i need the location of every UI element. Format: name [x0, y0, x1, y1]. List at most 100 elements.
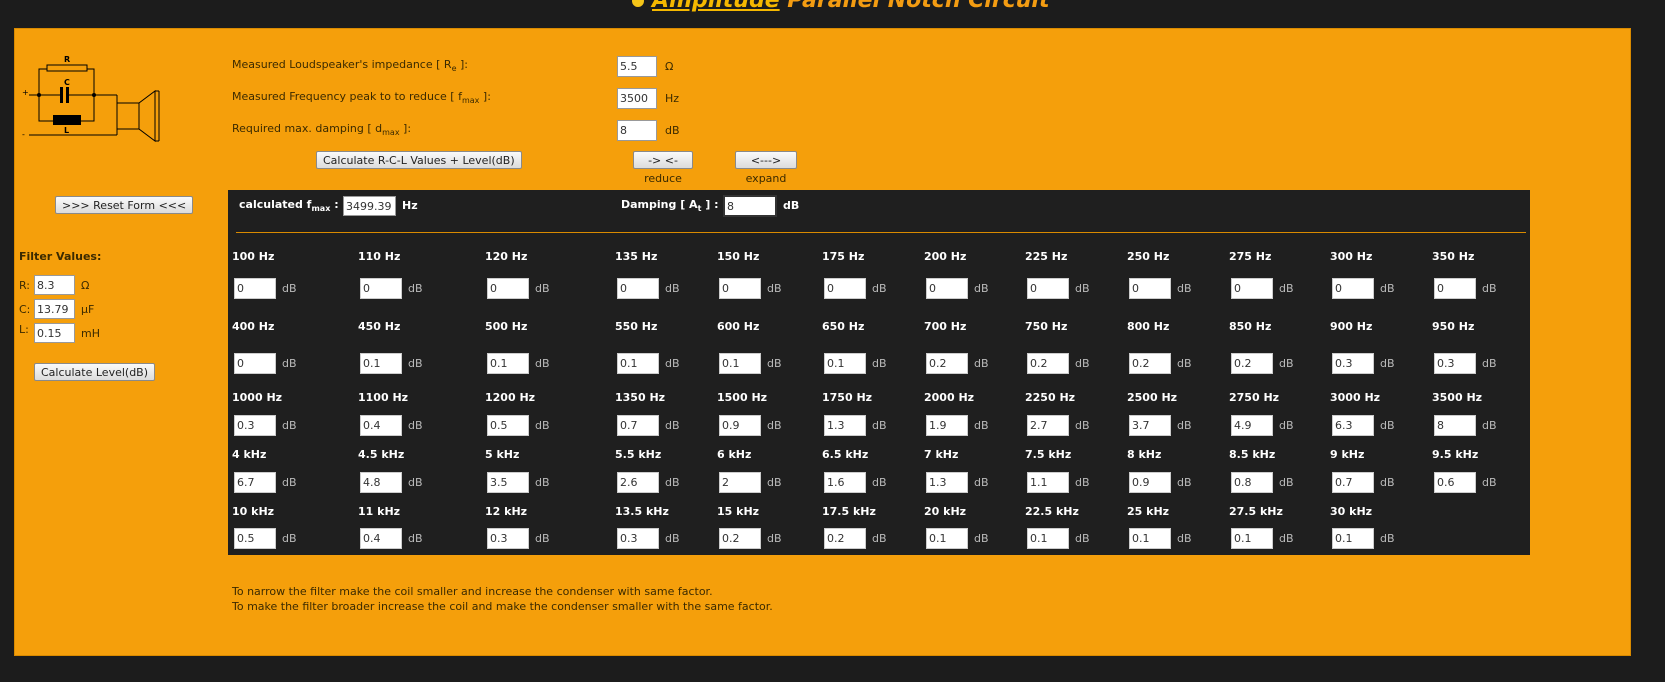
db-unit-label: dB: [767, 357, 782, 370]
schematic-l-label: L: [64, 126, 69, 135]
reset-form-button[interactable]: >>> Reset Form <<<: [55, 196, 194, 214]
filter-r-input[interactable]: [34, 275, 75, 295]
db-unit-label: dB: [974, 476, 989, 489]
impedance-input[interactable]: [617, 56, 657, 77]
level-db-input[interactable]: [1027, 278, 1069, 299]
schematic-minus-label: -: [22, 130, 25, 139]
filter-c-input[interactable]: [34, 299, 75, 319]
db-unit-label: dB: [1380, 357, 1395, 370]
level-db-input[interactable]: [824, 528, 866, 549]
freq-label: 1100 Hz: [358, 391, 409, 404]
level-db-input[interactable]: [617, 472, 659, 493]
freq-label: 275 Hz: [1229, 250, 1272, 263]
level-db-input[interactable]: [487, 472, 529, 493]
level-db-input[interactable]: [234, 353, 276, 374]
level-db-input[interactable]: [1231, 528, 1273, 549]
freq-label: 4 kHz: [232, 448, 267, 461]
level-db-input[interactable]: [487, 415, 529, 436]
level-db-input[interactable]: [617, 278, 659, 299]
level-db-input[interactable]: [360, 353, 402, 374]
level-db-input[interactable]: [1231, 415, 1273, 436]
level-db-input[interactable]: [1332, 353, 1374, 374]
level-db-input[interactable]: [1129, 278, 1171, 299]
freq-input[interactable]: [617, 88, 657, 109]
level-db-input[interactable]: [617, 353, 659, 374]
level-db-input[interactable]: [487, 528, 529, 549]
level-db-input[interactable]: [1332, 415, 1374, 436]
level-db-input[interactable]: [1027, 353, 1069, 374]
db-unit-label: dB: [1380, 282, 1395, 295]
level-db-input[interactable]: [926, 278, 968, 299]
db-unit-label: dB: [665, 476, 680, 489]
level-db-input[interactable]: [360, 472, 402, 493]
level-db-input[interactable]: [1434, 278, 1476, 299]
level-db-input[interactable]: [1027, 528, 1069, 549]
level-db-input[interactable]: [360, 415, 402, 436]
level-db-input[interactable]: [234, 415, 276, 436]
level-db-input[interactable]: [617, 528, 659, 549]
level-db-input[interactable]: [926, 353, 968, 374]
level-db-input[interactable]: [360, 278, 402, 299]
level-db-input[interactable]: [1332, 528, 1374, 549]
level-db-input[interactable]: [1434, 353, 1476, 374]
level-db-input[interactable]: [1027, 472, 1069, 493]
level-db-input[interactable]: [719, 278, 761, 299]
db-unit-label: dB: [767, 476, 782, 489]
level-db-input[interactable]: [719, 415, 761, 436]
freq-label: 800 Hz: [1127, 320, 1170, 333]
level-db-input[interactable]: [487, 353, 529, 374]
calculate-rcl-button[interactable]: Calculate R-C-L Values + Level(dB): [316, 151, 522, 169]
freq-label: 8.5 kHz: [1229, 448, 1276, 461]
impedance-unit: Ω: [665, 60, 674, 73]
level-db-input[interactable]: [487, 278, 529, 299]
level-db-input[interactable]: [1129, 353, 1171, 374]
damping-result-input[interactable]: [723, 195, 777, 217]
level-db-input[interactable]: [1231, 278, 1273, 299]
freq-label: 13.5 kHz: [615, 505, 669, 518]
level-db-input[interactable]: [1129, 472, 1171, 493]
level-db-input[interactable]: [617, 415, 659, 436]
calculate-level-button[interactable]: Calculate Level(dB): [34, 363, 156, 381]
level-db-input[interactable]: [719, 528, 761, 549]
db-unit-label: dB: [872, 532, 887, 545]
level-db-input[interactable]: [1434, 472, 1476, 493]
level-db-input[interactable]: [926, 415, 968, 436]
db-unit-label: dB: [1075, 476, 1090, 489]
level-db-input[interactable]: [824, 472, 866, 493]
calculated-fmax-input[interactable]: [343, 196, 396, 216]
level-db-input[interactable]: [1231, 353, 1273, 374]
level-db-input[interactable]: [1129, 528, 1171, 549]
level-db-input[interactable]: [824, 415, 866, 436]
level-db-input[interactable]: [234, 472, 276, 493]
level-db-input[interactable]: [824, 278, 866, 299]
level-db-input[interactable]: [1332, 278, 1374, 299]
freq-label: 250 Hz: [1127, 250, 1170, 263]
db-unit-label: dB: [535, 532, 550, 545]
level-db-input[interactable]: [360, 528, 402, 549]
expand-button[interactable]: <--->: [735, 151, 797, 169]
level-db-input[interactable]: [1434, 415, 1476, 436]
filter-l-input[interactable]: [34, 323, 75, 343]
title-rest: Parallel Notch Circuit: [779, 0, 1050, 13]
level-db-input[interactable]: [719, 472, 761, 493]
level-db-input[interactable]: [1231, 472, 1273, 493]
reduce-button[interactable]: -> <-: [633, 151, 693, 169]
freq-label: 200 Hz: [924, 250, 967, 263]
freq-label: 175 Hz: [822, 250, 865, 263]
level-db-input[interactable]: [234, 528, 276, 549]
level-db-input[interactable]: [926, 528, 968, 549]
db-unit-label: dB: [767, 532, 782, 545]
level-db-input[interactable]: [824, 353, 866, 374]
db-unit-label: dB: [1177, 357, 1192, 370]
db-unit-label: dB: [1482, 419, 1497, 432]
level-db-input[interactable]: [1332, 472, 1374, 493]
level-db-input[interactable]: [1129, 415, 1171, 436]
level-db-input[interactable]: [719, 353, 761, 374]
level-db-input[interactable]: [234, 278, 276, 299]
db-unit-label: dB: [282, 357, 297, 370]
damping-unit: dB: [665, 124, 680, 137]
title-link[interactable]: Amplitude: [652, 0, 780, 13]
level-db-input[interactable]: [926, 472, 968, 493]
level-db-input[interactable]: [1027, 415, 1069, 436]
damping-input[interactable]: [617, 120, 657, 141]
